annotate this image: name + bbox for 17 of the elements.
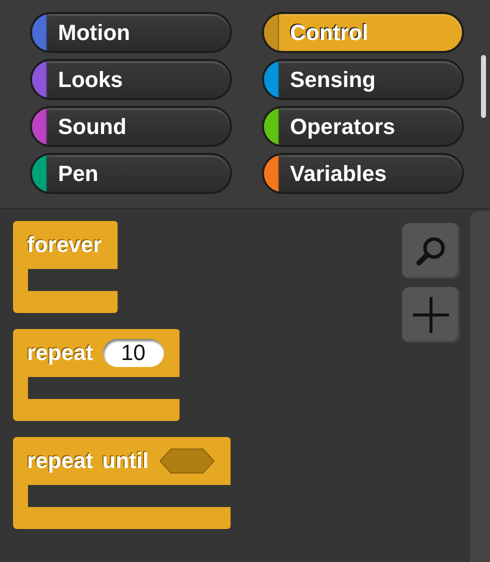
- category-button[interactable]: Variables: [262, 153, 464, 194]
- block-label: forever: [27, 232, 102, 258]
- category-button[interactable]: Looks: [30, 59, 232, 100]
- scrollbar[interactable]: [481, 55, 486, 118]
- category-button[interactable]: Sound: [30, 106, 232, 147]
- category-button[interactable]: Sensing: [262, 59, 464, 100]
- category-button[interactable]: Motion: [30, 12, 232, 53]
- number-input[interactable]: 10: [103, 339, 164, 367]
- category-button[interactable]: Pen: [30, 153, 232, 194]
- plus-icon: [411, 295, 451, 335]
- boolean-slot[interactable]: [158, 448, 215, 474]
- loop-block[interactable]: repeat 10: [13, 329, 180, 421]
- add-button[interactable]: [402, 287, 460, 343]
- block-label: repeat until: [27, 448, 149, 474]
- block-label: repeat: [27, 340, 94, 366]
- search-button[interactable]: [402, 223, 460, 279]
- category-button[interactable]: Operators: [262, 106, 464, 147]
